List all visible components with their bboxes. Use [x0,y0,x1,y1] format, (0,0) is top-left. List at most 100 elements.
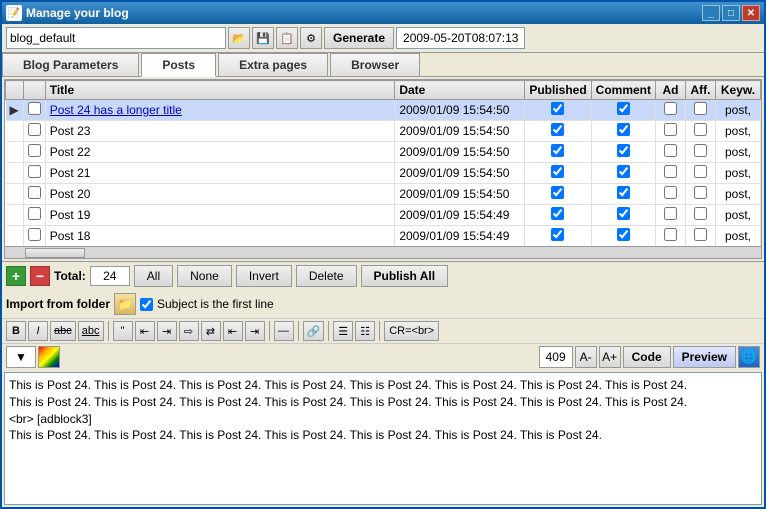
row-select-checkbox[interactable] [28,228,41,241]
row-aff-checkbox[interactable] [694,186,707,199]
row-published-checkbox[interactable] [551,186,564,199]
tab-browser[interactable]: Browser [330,53,420,76]
row-ad-checkbox[interactable] [664,102,677,115]
settings-button[interactable]: ⚙ [300,27,322,49]
minimize-button[interactable]: _ [702,5,720,21]
posts-table-scroll[interactable]: Title Date Published Comment Ad Aff. Key… [5,80,761,246]
row-aff-cell [686,205,716,226]
indent-increase-button[interactable]: ⇥ [245,321,265,341]
bold-button[interactable]: B [6,321,26,341]
ordered-list-button[interactable]: ☷ [355,321,375,341]
italic-button[interactable]: I [28,321,48,341]
row-aff-checkbox[interactable] [694,102,707,115]
row-ad-checkbox[interactable] [664,228,677,241]
remove-post-button[interactable]: − [30,266,50,286]
row-published-checkbox[interactable] [551,228,564,241]
row-published-checkbox[interactable] [551,144,564,157]
underline-button[interactable]: abc [78,321,104,341]
row-select-checkbox[interactable] [28,102,41,115]
invert-button[interactable]: Invert [236,265,292,287]
align-center-button[interactable]: ⇥ [157,321,177,341]
open-button[interactable]: 📂 [228,27,250,49]
row-published-checkbox[interactable] [551,102,564,115]
preview-button[interactable]: Preview [673,346,736,368]
row-ad-checkbox[interactable] [664,186,677,199]
separator-1 [108,321,109,341]
row-published-checkbox[interactable] [551,207,564,220]
save-button[interactable]: 💾 [252,27,274,49]
table-row[interactable]: Post 192009/01/09 15:54:49post, [6,205,761,226]
delete-button[interactable]: Delete [296,265,357,287]
font-dropdown[interactable]: ▼ [6,346,36,368]
row-arrow [6,205,24,226]
tab-blog-parameters[interactable]: Blog Parameters [2,53,139,76]
row-title: Post 20 [45,184,395,205]
code-view-button[interactable]: Code [623,346,671,368]
row-aff-checkbox[interactable] [694,207,707,220]
row-select-checkbox[interactable] [28,207,41,220]
row-aff-checkbox[interactable] [694,144,707,157]
align-right-button[interactable]: ⇨ [179,321,199,341]
table-row[interactable]: Post 212009/01/09 15:54:50post, [6,163,761,184]
row-ad-checkbox[interactable] [664,165,677,178]
strikethrough-button[interactable]: abc [50,321,76,341]
row-comment-checkbox[interactable] [617,228,630,241]
row-ad-checkbox[interactable] [664,123,677,136]
row-comment-checkbox[interactable] [617,186,630,199]
indent-decrease-button[interactable]: ⇤ [223,321,243,341]
link-button[interactable]: 🔗 [303,321,325,341]
globe-button[interactable]: 🌐 [738,346,760,368]
row-select-checkbox[interactable] [28,123,41,136]
maximize-button[interactable]: □ [722,5,740,21]
close-button[interactable]: ✕ [742,5,760,21]
row-comment-checkbox[interactable] [617,207,630,220]
row-select-checkbox[interactable] [28,186,41,199]
blog-name-input[interactable] [6,27,226,49]
font-decrease-button[interactable]: A- [575,346,597,368]
add-post-button[interactable]: + [6,266,26,286]
row-aff-checkbox[interactable] [694,123,707,136]
copy-button[interactable]: 📋 [276,27,298,49]
table-row[interactable]: ▶Post 24 has a longer title2009/01/09 15… [6,100,761,121]
tab-posts[interactable]: Posts [141,53,216,77]
row-aff-cell [686,121,716,142]
row-ad-checkbox[interactable] [664,207,677,220]
blockquote-button[interactable]: " [113,321,133,341]
unordered-list-button[interactable]: ☰ [333,321,353,341]
import-folder-button[interactable]: 📁 [114,293,136,315]
row-published-cell [525,142,591,163]
none-button[interactable]: None [177,265,232,287]
generate-button[interactable]: Generate [324,27,394,49]
row-ad-checkbox[interactable] [664,144,677,157]
table-row[interactable]: Post 222009/01/09 15:54:50post, [6,142,761,163]
row-aff-checkbox[interactable] [694,165,707,178]
table-row[interactable]: Post 182009/01/09 15:54:49post, [6,226,761,247]
row-select-checkbox[interactable] [28,144,41,157]
row-comment-checkbox[interactable] [617,144,630,157]
color-button[interactable] [38,346,60,368]
hr-button[interactable]: — [274,321,294,341]
row-title[interactable]: Post 24 has a longer title [45,100,395,121]
font-increase-button[interactable]: A+ [599,346,621,368]
row-published-checkbox[interactable] [551,123,564,136]
subject-first-line-checkbox[interactable] [140,298,153,311]
col-header-ad: Ad [656,81,686,100]
row-ad-cell [656,100,686,121]
tab-extra-pages[interactable]: Extra pages [218,53,328,76]
justify-button[interactable]: ⇄ [201,321,221,341]
publish-all-button[interactable]: Publish All [361,265,449,287]
row-comment-checkbox[interactable] [617,102,630,115]
horizontal-scrollbar[interactable] [5,246,761,258]
all-button[interactable]: All [134,265,173,287]
row-comment-checkbox[interactable] [617,123,630,136]
table-row[interactable]: Post 232009/01/09 15:54:50post, [6,121,761,142]
row-select-checkbox[interactable] [28,165,41,178]
post-editor[interactable]: This is Post 24. This is Post 24. This i… [4,372,762,505]
align-left-button[interactable]: ⇤ [135,321,155,341]
main-window: 📝 Manage your blog _ □ ✕ 📂 💾 📋 ⚙ Generat… [0,0,766,509]
cr-br-button[interactable]: CR=<br> [384,321,439,341]
table-row[interactable]: Post 202009/01/09 15:54:50post, [6,184,761,205]
row-aff-checkbox[interactable] [694,228,707,241]
row-published-checkbox[interactable] [551,165,564,178]
row-comment-checkbox[interactable] [617,165,630,178]
